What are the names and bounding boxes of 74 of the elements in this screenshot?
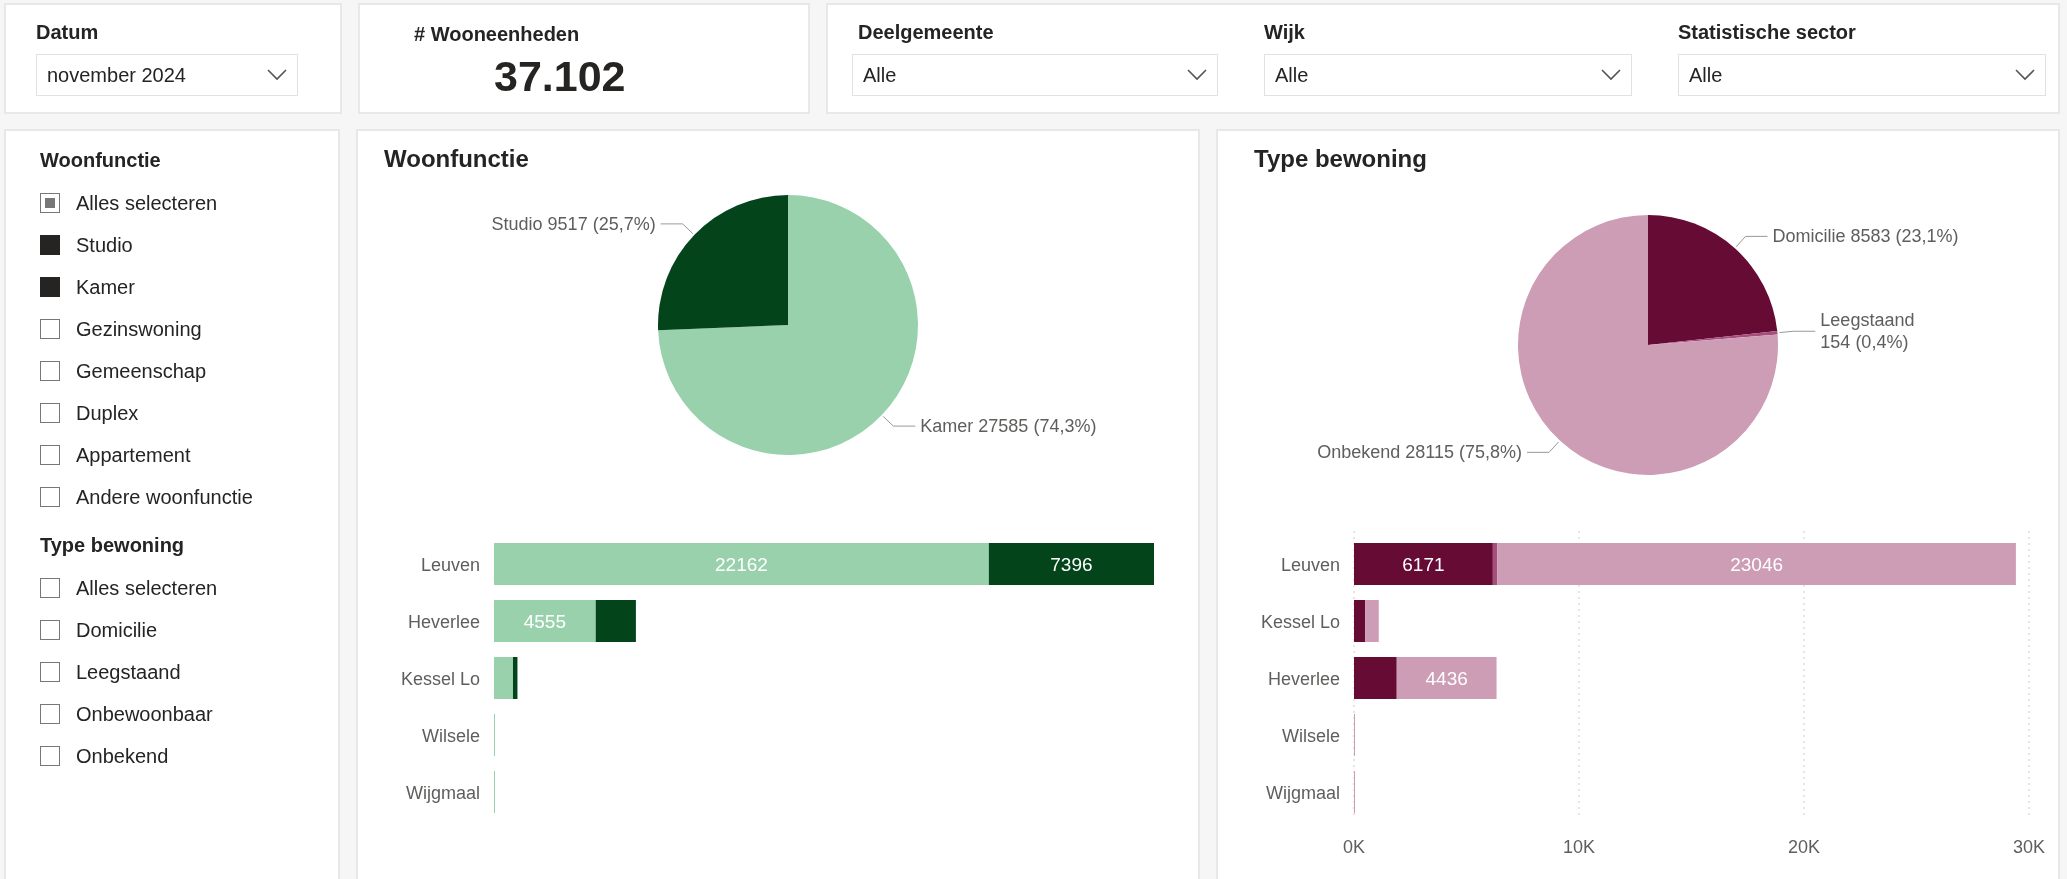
- chevron-down-icon: [267, 69, 287, 81]
- checkbox[interactable]: [40, 403, 60, 423]
- slicer-item[interactable]: Duplex: [76, 401, 139, 425]
- slicer-item[interactable]: Kamer: [76, 275, 135, 299]
- category-label: Heverlee: [1267, 669, 1340, 689]
- kpi-value: 37.102: [493, 52, 627, 101]
- checkbox[interactable]: [40, 578, 60, 598]
- axis-tick-label: 10K: [1563, 837, 1595, 857]
- slicer-title: Type bewoning: [40, 534, 186, 557]
- category-label: Heverlee: [407, 612, 480, 632]
- category-label: Wijgmaal: [1266, 783, 1340, 803]
- filter-label: Deelgemeente: [857, 21, 995, 44]
- category-label: Wijgmaal: [406, 783, 480, 803]
- bar-value-label: 6171: [1402, 554, 1445, 575]
- slicer-title: Woonfunctie: [40, 149, 162, 172]
- checkbox[interactable]: [40, 361, 60, 381]
- slice-label: Studio 9517 (25,7%): [491, 213, 656, 234]
- filter-dropdown[interactable]: Alle: [1678, 54, 2046, 96]
- leader-line: [882, 415, 916, 427]
- category-label: Wilsele: [422, 726, 480, 746]
- bar-value-label: 4555: [523, 611, 566, 632]
- filter-dropdown[interactable]: Alle: [852, 54, 1218, 96]
- category-label: Leuven: [1280, 555, 1340, 575]
- chart-title: Woonfunctie: [383, 144, 530, 174]
- bar-value-label: 23046: [1730, 554, 1784, 575]
- slice-label: Kamer 27585 (74,3%): [920, 416, 1097, 437]
- checkbox[interactable]: [40, 704, 60, 724]
- chevron-down-icon: [2015, 69, 2035, 81]
- slicer-item[interactable]: Domicilie: [76, 618, 158, 642]
- date-dropdown[interactable]: november 2024: [36, 54, 298, 96]
- slicer-item[interactable]: Onbekend: [76, 744, 169, 768]
- slicer-item[interactable]: Appartement: [76, 443, 191, 467]
- slicer-item[interactable]: Onbewoonbaar: [76, 702, 213, 726]
- date-label: Datum: [36, 21, 100, 44]
- slicer-item[interactable]: Gemeenschap: [76, 359, 207, 383]
- bar-value-label: 7396: [1050, 554, 1093, 575]
- checkbox[interactable]: [40, 662, 60, 682]
- leader-line: [1526, 441, 1560, 453]
- slicer-item[interactable]: Gezinswoning: [76, 317, 202, 341]
- checkbox[interactable]: [40, 235, 60, 255]
- axis-tick-label: 20K: [1788, 837, 1820, 857]
- checkbox[interactable]: [40, 277, 60, 297]
- filter-label: Statistische sector: [1678, 21, 1857, 44]
- category-label: Kessel Lo: [400, 669, 480, 689]
- checkbox[interactable]: [40, 445, 60, 465]
- leader-line: [1778, 330, 1816, 334]
- slice-label: Leegstaand 154 (0,4%): [1820, 310, 1915, 353]
- category-label: Wilsele: [1282, 726, 1340, 746]
- slicer-item[interactable]: Alles selecteren: [76, 576, 218, 600]
- axis-tick-label: 0K: [1343, 837, 1365, 857]
- chart-title: Type bewoning: [1253, 144, 1428, 174]
- category-label: Leuven: [420, 555, 480, 575]
- checkbox[interactable]: [40, 193, 60, 213]
- kpi-label: # Wooneenheden: [414, 23, 581, 46]
- slicer-item[interactable]: Andere woonfunctie: [76, 485, 253, 509]
- slice-label: Onbekend 28115 (75,8%): [1317, 442, 1523, 463]
- chevron-down-icon: [1187, 69, 1207, 81]
- leader-line: [660, 223, 694, 235]
- chevron-down-icon: [1601, 69, 1621, 81]
- checkbox[interactable]: [40, 487, 60, 507]
- filter-dropdown[interactable]: Alle: [1264, 54, 1632, 96]
- slicer-item[interactable]: Leegstaand: [76, 660, 181, 684]
- leader-line: [1735, 235, 1769, 248]
- slicer-item[interactable]: Studio: [76, 233, 133, 257]
- bar-value-label: 22162: [715, 554, 768, 575]
- checkbox[interactable]: [40, 319, 60, 339]
- checkbox[interactable]: [40, 746, 60, 766]
- slicer-item[interactable]: Alles selecteren: [76, 191, 218, 215]
- filter-label: Wijk: [1264, 21, 1306, 44]
- axis-tick-label: 30K: [2013, 837, 2045, 857]
- category-label: Kessel Lo: [1260, 612, 1340, 632]
- bar-value-label: 4436: [1425, 668, 1468, 689]
- slice-label: Domicilie 8583 (23,1%): [1772, 226, 1959, 247]
- checkbox[interactable]: [40, 620, 60, 640]
